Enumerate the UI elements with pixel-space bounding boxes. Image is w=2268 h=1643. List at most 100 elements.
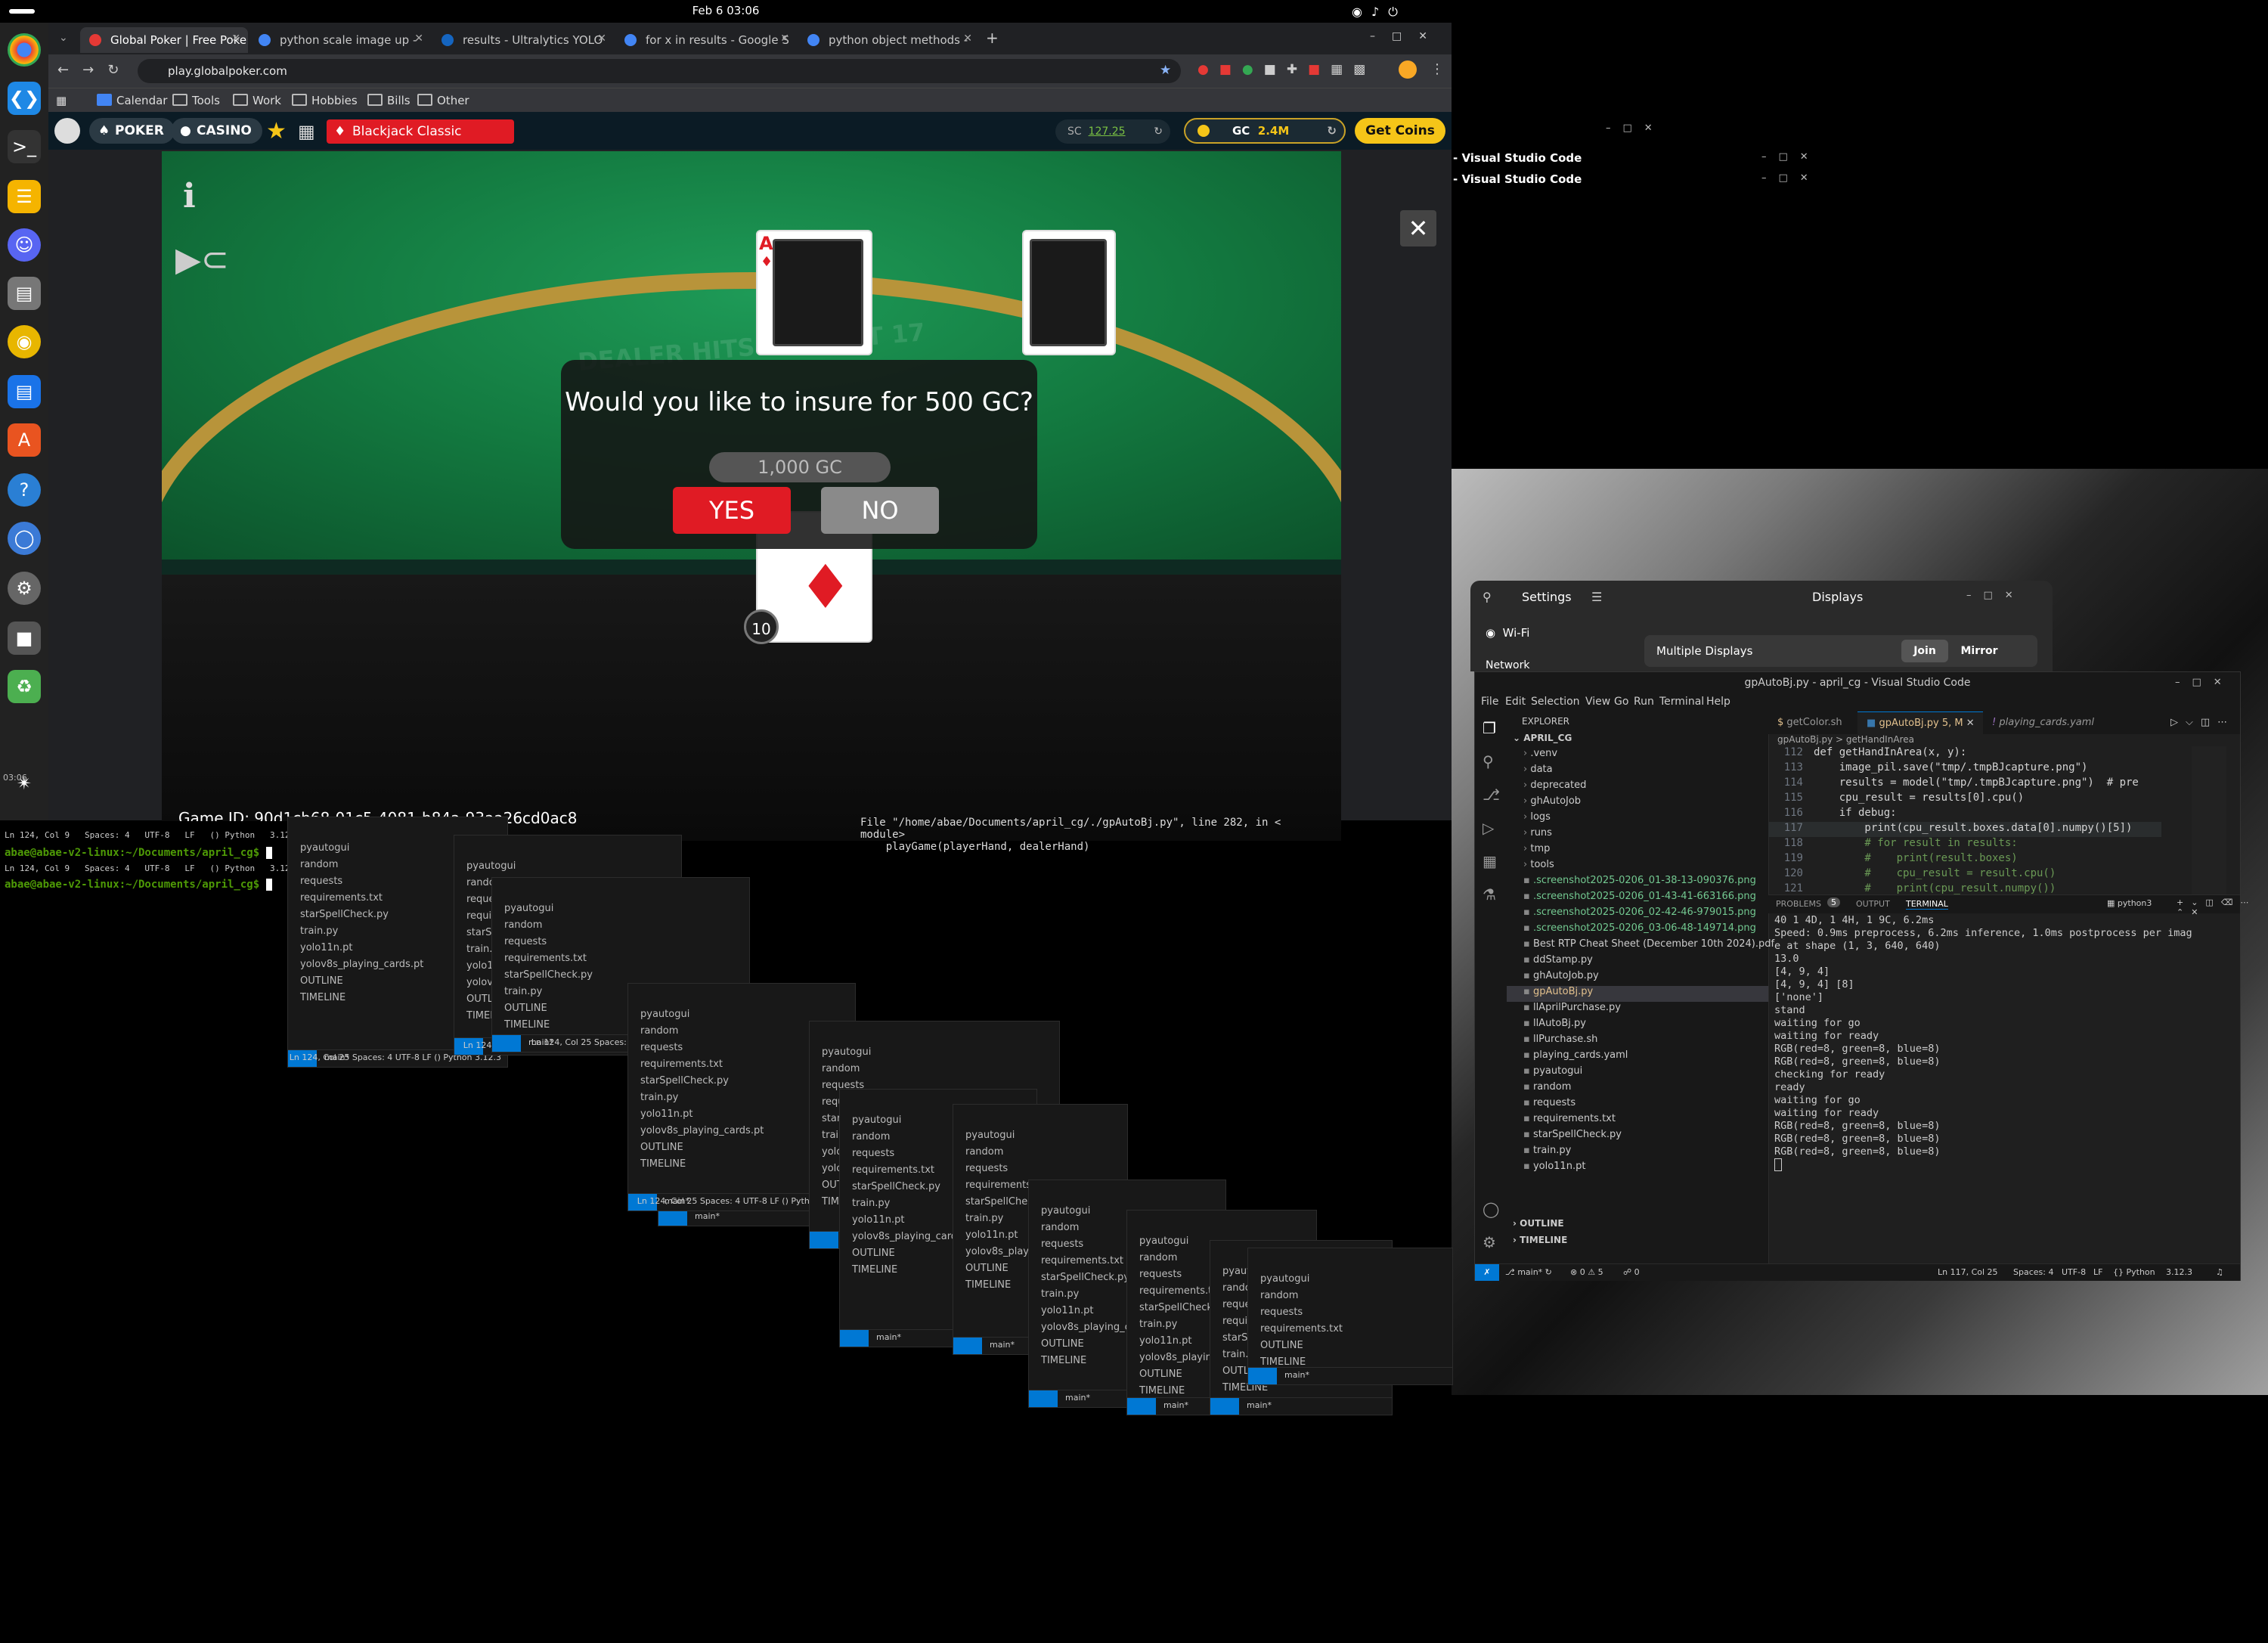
sidebar-item-wifi[interactable]: ◉ Wi-Fi	[1486, 626, 1529, 640]
window-controls[interactable]: –□✕	[1370, 30, 1444, 42]
folder-item[interactable]: › runs	[1507, 827, 1768, 843]
sound-icon[interactable]: ▶⊂	[175, 240, 229, 279]
apps-grid-icon[interactable]: ✴	[8, 767, 41, 800]
window-controls[interactable]: –□✕	[2175, 677, 2234, 688]
menu-selection[interactable]: Selection	[1531, 696, 1580, 708]
menu-view[interactable]: View	[1585, 696, 1610, 708]
chrome-icon[interactable]	[8, 33, 41, 67]
bookmark-folder-other[interactable]: Other	[417, 94, 469, 107]
menu-help[interactable]: Help	[1706, 696, 1730, 708]
get-coins-button[interactable]: Get Coins	[1355, 118, 1445, 144]
game-title-badge[interactable]: ♦ Blackjack Classic	[327, 119, 514, 144]
bookmark-folder-tools[interactable]: Tools	[172, 94, 220, 107]
menu-go[interactable]: Go	[1614, 696, 1628, 708]
close-icon[interactable]: ✕	[597, 33, 606, 45]
file-item[interactable]: ▪ requirements.txt	[1507, 1113, 1768, 1129]
search-icon[interactable]: ⚲	[1483, 752, 1494, 770]
file-item[interactable]: ▪ yolo11n.pt	[1507, 1161, 1768, 1176]
file-item[interactable]: ▪ pyautogui	[1507, 1065, 1768, 1081]
tab-gpautobj[interactable]: ■ gpAutoBj.py 5, M ✕	[1857, 711, 1983, 734]
gc-balance[interactable]: GC 2.4M ↻	[1184, 118, 1346, 144]
refresh-icon[interactable]: ↻	[1154, 119, 1163, 144]
folder-item[interactable]: › tmp	[1507, 843, 1768, 859]
close-icon[interactable]: ✕	[963, 33, 972, 45]
folder-item[interactable]: › data	[1507, 764, 1768, 780]
terminal-output[interactable]: 40 1 4D, 1 4H, 1 9C, 6.2ms Speed: 0.9ms p…	[1774, 914, 2237, 1247]
run-debug-icon[interactable]: ▷	[1483, 819, 1494, 837]
file-item[interactable]: ▪ train.py	[1507, 1145, 1768, 1161]
bell-icon[interactable]: ♫	[2216, 1267, 2223, 1277]
file-item[interactable]: ▪ playing_cards.yaml	[1507, 1049, 1768, 1065]
panel-tab-terminal[interactable]: TERMINAL	[1906, 899, 1948, 910]
window-controls[interactable]: –□✕	[1966, 590, 2025, 601]
close-icon[interactable]: ✕	[1966, 718, 1975, 729]
tab-for-x-in-results[interactable]: for x in results - Google S ✕	[615, 27, 797, 53]
rhythmbox-icon[interactable]: ◉	[8, 325, 41, 358]
explorer-icon[interactable]: ❐	[1483, 719, 1496, 737]
notes-icon[interactable]: ☰	[8, 180, 41, 213]
file-item[interactable]: ▪ ddStamp.py	[1507, 954, 1768, 970]
back-icon[interactable]: ←	[57, 62, 82, 78]
problems-status[interactable]: ⊗ 0 ⚠ 5	[1570, 1267, 1603, 1277]
tab-global-poker[interactable]: Global Poker | Free Poke ✕	[80, 27, 248, 53]
file-item[interactable]: ▪ .screenshot2025-0206_02-42-46-979015.p…	[1507, 907, 1768, 922]
ports-status[interactable]: ☍ 0	[1623, 1267, 1640, 1277]
vscode-window-title[interactable]: - Visual Studio Code	[1453, 172, 1582, 186]
eol[interactable]: LF	[2093, 1267, 2102, 1277]
account-icon[interactable]: ◯	[1483, 1200, 1499, 1218]
branch-status[interactable]: ⎇ main* ↻	[1505, 1267, 1552, 1277]
menu-run[interactable]: Run	[1634, 696, 1654, 708]
apps-icon[interactable]: ▦	[56, 94, 67, 107]
file-item[interactable]: ▪ starSpellCheck.py	[1507, 1129, 1768, 1145]
folder-item[interactable]: › deprecated	[1507, 780, 1768, 795]
favorites-star-icon[interactable]: ★	[266, 118, 287, 144]
wifi-icon[interactable]: ◉	[1352, 5, 1371, 19]
bookmark-folder-bills[interactable]: Bills	[367, 94, 411, 107]
extension-icon[interactable]: ■	[1308, 62, 1331, 77]
new-tab-button[interactable]: +	[986, 29, 999, 47]
file-item[interactable]: ▪ ghAutoJob.py	[1507, 970, 1768, 986]
profile-avatar[interactable]	[1399, 60, 1417, 79]
indentation[interactable]: Spaces: 4	[2013, 1267, 2053, 1277]
multi-table-icon[interactable]: ▦	[298, 121, 315, 142]
file-item[interactable]: ▪ requests	[1507, 1097, 1768, 1113]
file-item[interactable]: ▪ llAutoBj.py	[1507, 1018, 1768, 1034]
files-icon[interactable]: ▤	[8, 277, 41, 310]
folder-item[interactable]: › ghAutoJob	[1507, 795, 1768, 811]
file-item[interactable]: ▪ .screenshot2025-0206_01-43-41-663166.p…	[1507, 891, 1768, 907]
no-button[interactable]: NO	[821, 487, 939, 534]
editor-actions[interactable]: ▷⌵◫⋯	[2170, 717, 2235, 728]
terminal-icon[interactable]: >_	[8, 130, 41, 163]
cursor-position[interactable]: Ln 117, Col 25	[1938, 1267, 1998, 1277]
refresh-icon[interactable]: ↻	[1327, 119, 1337, 142]
panel-tab-output[interactable]: OUTPUT	[1856, 899, 1890, 909]
bookmark-star-icon[interactable]: ★	[1160, 63, 1171, 78]
system-tray[interactable]: ◉♪⏻	[1352, 5, 1407, 20]
breadcrumb[interactable]: gpAutoBj.py > getHandInArea	[1777, 734, 1914, 745]
close-icon[interactable]: ✕	[414, 33, 423, 45]
menu-file[interactable]: File	[1481, 696, 1498, 708]
vscode-icon[interactable]: ❮❯	[8, 82, 41, 115]
outline-section[interactable]: › OUTLINE	[1513, 1218, 1564, 1229]
reload-icon[interactable]: ↻	[107, 62, 132, 78]
power-icon[interactable]: ⏻	[1388, 5, 1407, 19]
extensions-row[interactable]: ●■●■✚■▦▩	[1198, 62, 1376, 77]
manage-gear-icon[interactable]: ⚙	[1483, 1233, 1496, 1251]
sidebar-item-network[interactable]: Network	[1486, 659, 1529, 671]
testing-icon[interactable]: ⚗	[1483, 885, 1496, 904]
extension-icon[interactable]: ●	[1242, 62, 1264, 77]
folder-item[interactable]: › .venv	[1507, 748, 1768, 764]
disk-icon[interactable]: ■	[8, 622, 41, 655]
join-button[interactable]: Join	[1901, 640, 1948, 662]
extension-icon[interactable]: ■	[1219, 62, 1242, 77]
left-terminal[interactable]: Ln 124, Col 9 Spaces: 4 UTF-8 LF () Pyth…	[0, 821, 454, 891]
extension-icon[interactable]: ■	[1264, 62, 1287, 77]
top-bar-clock[interactable]: Feb 6 03:06	[0, 4, 1452, 17]
tab-getcolor[interactable]: $ getColor.sh	[1768, 711, 1857, 734]
file-item[interactable]: ▪ .screenshot2025-0206_01-38-13-090376.p…	[1507, 875, 1768, 891]
workspace-root[interactable]: ⌄ APRIL_CG	[1513, 733, 1572, 743]
remote-icon[interactable]: ✗	[1475, 1264, 1499, 1281]
vscode-window-title[interactable]: - Visual Studio Code	[1453, 151, 1582, 165]
hamburger-icon[interactable]: ☰	[1591, 590, 1602, 604]
tab-search-icon[interactable]: ⌄	[59, 32, 68, 44]
